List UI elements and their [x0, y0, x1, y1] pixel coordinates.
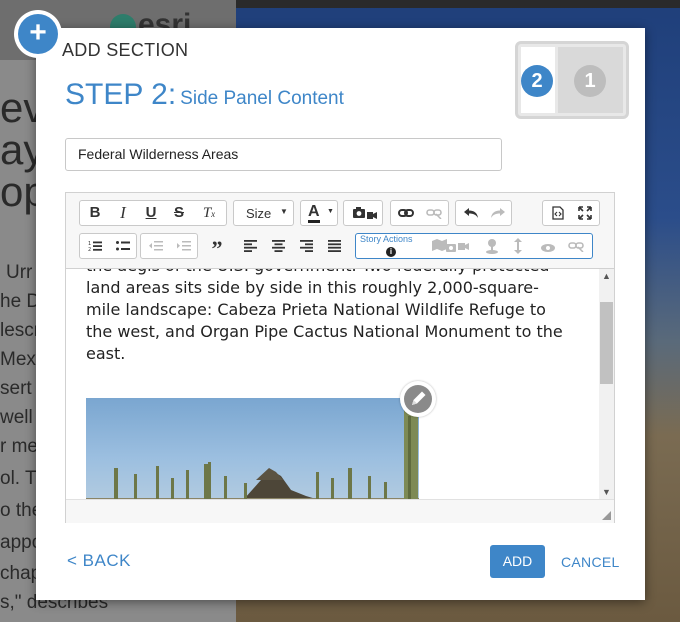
step-label: STEP 2:	[65, 78, 177, 111]
text-color-icon: A	[308, 203, 320, 223]
unlink-icon[interactable]	[421, 201, 447, 225]
numbered-list-icon[interactable]: 12	[82, 234, 108, 258]
media-group	[343, 200, 383, 226]
background-body-line: sert	[0, 378, 32, 399]
rich-text-editor: B I U S Tx Size ▼ A ▼ 1 2 ” Story Action…	[65, 192, 615, 523]
plus-icon: +	[18, 14, 58, 54]
redo-icon[interactable]	[485, 201, 511, 225]
map-media-action-icon[interactable]	[431, 238, 471, 259]
background-body-line: lescr	[0, 320, 41, 341]
align-center-icon[interactable]	[265, 234, 291, 258]
background-body-line: well	[0, 407, 33, 428]
story-actions-label: Story Actions	[360, 234, 413, 244]
layout-thumbnail: 2 1	[515, 41, 629, 119]
remove-format-icon[interactable]: Tx	[196, 201, 222, 225]
strikethrough-icon[interactable]: S	[166, 201, 192, 225]
scroll-up-icon[interactable]: ▲	[602, 271, 611, 281]
dialog-header: ADD SECTION	[62, 40, 189, 60]
link-group	[390, 200, 449, 226]
chevron-down-icon: ▼	[327, 208, 334, 215]
indent-icon[interactable]	[171, 234, 197, 258]
view-group	[542, 200, 600, 226]
step-subtitle: Side Panel Content	[180, 88, 344, 109]
text-color-button[interactable]: A ▼	[300, 200, 338, 226]
vertical-resize-icon[interactable]	[514, 238, 522, 259]
scroll-down-icon[interactable]: ▼	[602, 487, 611, 497]
main-stage-number: 1	[574, 65, 606, 97]
background-body-line: Mex	[0, 349, 36, 370]
cancel-button[interactable]: CANCEL	[561, 554, 620, 570]
cactus-photo	[86, 398, 419, 499]
info-icon[interactable]: i	[386, 247, 396, 257]
source-code-icon[interactable]	[545, 201, 571, 225]
justify-icon[interactable]	[321, 234, 347, 258]
format-group: B I U S Tx	[79, 200, 227, 226]
underline-icon[interactable]: U	[138, 201, 164, 225]
add-section-dialog: ADD SECTION STEP 2: Side Panel Content 2 …	[36, 28, 645, 600]
outdent-icon[interactable]	[143, 234, 169, 258]
undo-icon[interactable]	[458, 201, 484, 225]
pencil-icon	[404, 385, 432, 413]
maximize-icon[interactable]	[572, 201, 598, 225]
back-button[interactable]: < BACK	[67, 551, 131, 571]
blockquote-icon[interactable]: ”	[204, 234, 230, 261]
remove-action-icon[interactable]	[568, 239, 584, 257]
locate-action-icon[interactable]	[484, 238, 500, 259]
step-title: STEP 2: Side Panel Content	[65, 78, 344, 112]
side-panel-number: 2	[521, 65, 553, 97]
section-title-input[interactable]: Federal Wilderness Areas	[65, 138, 502, 171]
scrollbar-thumb[interactable]	[600, 302, 613, 384]
align-group	[234, 233, 349, 259]
background-body-line: ol. T	[0, 468, 37, 489]
font-size-select[interactable]: Size ▼	[233, 200, 294, 226]
chevron-down-icon: ▼	[280, 207, 288, 216]
italic-icon[interactable]: I	[110, 201, 136, 225]
align-left-icon[interactable]	[237, 234, 263, 258]
indent-group	[140, 233, 198, 259]
edit-media-button[interactable]	[400, 381, 436, 417]
background-top-bar	[236, 0, 680, 8]
add-button[interactable]: ADD	[490, 545, 545, 578]
editor-content[interactable]: the aegis of the U.S. government. Two fe…	[66, 269, 600, 499]
bold-icon[interactable]: B	[82, 201, 108, 225]
background-body-line: r me	[0, 436, 38, 457]
add-section-badge: +	[14, 10, 62, 58]
font-size-label: Size	[246, 206, 272, 221]
editor-scrollbar[interactable]: ▲ ▼	[599, 269, 614, 499]
svg-text:2: 2	[88, 247, 91, 252]
resize-handle-icon[interactable]	[602, 511, 611, 520]
eye-icon[interactable]	[540, 240, 556, 258]
bullet-list-icon[interactable]	[110, 234, 136, 258]
camera-video-icon[interactable]	[350, 201, 380, 225]
history-group	[455, 200, 512, 226]
editor-statusbar	[66, 499, 614, 523]
align-right-icon[interactable]	[293, 234, 319, 258]
story-actions-group: Story Actions i	[355, 233, 593, 259]
blockquote-group: ”	[201, 233, 231, 261]
editor-toolbar: B I U S Tx Size ▼ A ▼ 1 2 ” Story Action…	[66, 193, 614, 269]
background-body-line: Urr	[6, 262, 33, 283]
link-icon[interactable]	[393, 201, 419, 225]
list-group: 12	[79, 233, 137, 259]
background-body-line: he D	[0, 291, 41, 312]
content-paragraph: the aegis of the U.S. government. Two fe…	[86, 269, 563, 363]
